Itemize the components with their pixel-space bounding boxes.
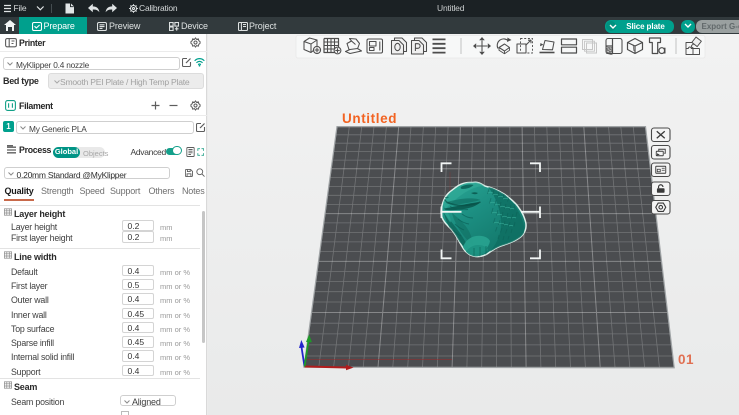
svg-text:Untitled: Untitled bbox=[342, 111, 397, 126]
svg-text:01: 01 bbox=[678, 352, 694, 367]
